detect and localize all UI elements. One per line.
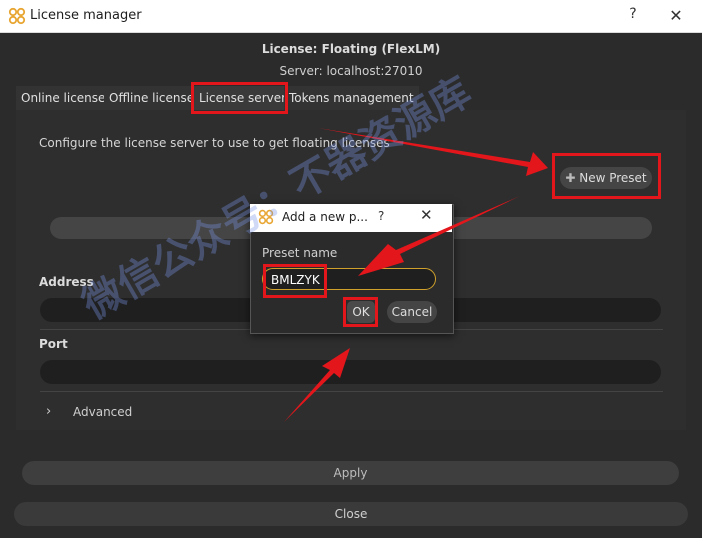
window-title: License manager: [30, 8, 142, 23]
cancel-button[interactable]: Cancel: [387, 301, 437, 323]
highlight-box-ok: [343, 297, 378, 327]
dialog-help-button[interactable]: ?: [378, 209, 384, 223]
tab-online-license[interactable]: Online license: [16, 86, 111, 110]
tab-offline-license[interactable]: Offline license: [104, 86, 200, 110]
help-button[interactable]: ?: [624, 6, 642, 26]
port-label: Port: [39, 337, 68, 351]
apply-button[interactable]: Apply: [22, 461, 679, 485]
server-address-text: Server: localhost:27010: [279, 64, 423, 78]
window-close-icon[interactable]: ✕: [662, 4, 690, 28]
highlight-box-preset-input: [263, 264, 327, 298]
highlight-box-tab: [191, 82, 288, 114]
chevron-right-icon[interactable]: ›: [46, 404, 51, 419]
advanced-toggle[interactable]: Advanced: [73, 405, 132, 419]
highlight-box-new-preset: [552, 153, 661, 199]
divider: [40, 391, 663, 392]
port-input[interactable]: [40, 360, 661, 384]
close-button[interactable]: Close: [14, 502, 688, 526]
dialog-close-icon[interactable]: ✕: [420, 206, 433, 224]
preset-name-label: Preset name: [262, 246, 338, 260]
app-logo-icon: [8, 7, 26, 25]
license-type-heading: License: Floating (FlexLM): [261, 42, 441, 56]
